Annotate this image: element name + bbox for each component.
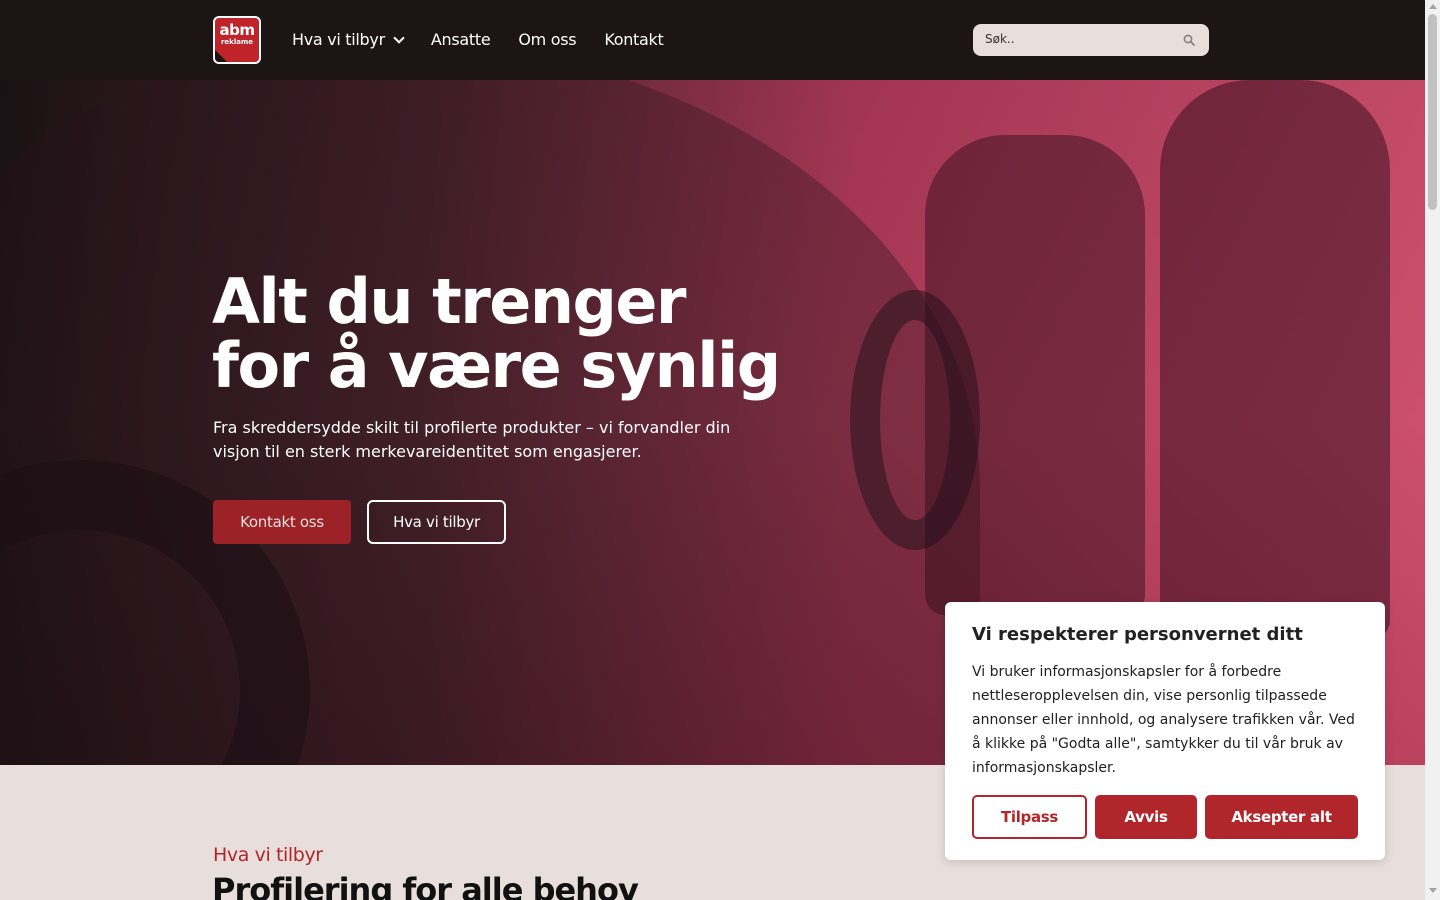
chevron-down-icon — [393, 31, 405, 44]
hero-background-person — [925, 135, 1145, 615]
nav-item-kontakt[interactable]: Kontakt — [604, 30, 663, 50]
hero-subtitle: Fra skreddersydde skilt til profilerte p… — [213, 418, 731, 461]
search-box — [973, 24, 1209, 56]
nav-item-label: Om oss — [518, 30, 577, 49]
scroll-down-arrow-icon[interactable] — [1429, 888, 1437, 893]
abm-reklame-logo[interactable]: abm reklame — [213, 16, 261, 64]
scrollbar-thumb[interactable] — [1428, 14, 1437, 210]
main-nav: Hva vi tilbyr Ansatte Om oss Kontakt — [292, 30, 691, 50]
hero-title-line: Alt du trenger — [212, 265, 686, 338]
cookie-title: Vi respekterer personvernet ditt — [972, 624, 1303, 645]
cookie-customize-button[interactable]: Tilpass — [972, 795, 1087, 839]
nav-item-label: Hva vi tilbyr — [292, 30, 385, 49]
scroll-up-arrow-icon[interactable] — [1429, 4, 1437, 9]
page-scrollbar[interactable] — [1425, 0, 1440, 900]
cookie-accept-all-button[interactable]: Aksepter alt — [1205, 795, 1358, 839]
nav-item-om-oss[interactable]: Om oss — [518, 30, 576, 50]
nav-item-hva-vi-tilbyr[interactable]: Hva vi tilbyr — [292, 30, 405, 50]
search-icon[interactable] — [1183, 34, 1195, 46]
hero-title-line: for å være synlig — [212, 329, 781, 402]
cookie-text: Vi bruker informasjonskapsler for å forb… — [972, 664, 1355, 776]
nav-item-ansatte[interactable]: Ansatte — [431, 30, 491, 50]
logo-fold-icon — [215, 50, 227, 62]
section-title: Profilering for alle behov — [212, 871, 639, 900]
logo-text-sub: reklame — [220, 38, 254, 46]
logo-text-main: abm — [219, 21, 256, 39]
hero-background-person — [1160, 80, 1390, 640]
cookie-reject-button[interactable]: Avvis — [1095, 795, 1197, 839]
what-we-offer-button[interactable]: Hva vi tilbyr — [367, 500, 506, 544]
hero-title: Alt du trenger for å være synlig — [212, 270, 781, 398]
section-eyebrow: Hva vi tilbyr — [213, 844, 323, 866]
cookie-consent-banner: Vi respekterer personvernet ditt Vi bruk… — [945, 602, 1385, 860]
nav-item-label: Ansatte — [430, 30, 491, 49]
site-header: abm reklame Hva vi tilbyr Ansatte Om oss… — [0, 0, 1425, 80]
contact-us-button[interactable]: Kontakt oss — [213, 500, 351, 544]
nav-item-label: Kontakt — [604, 30, 664, 49]
search-input[interactable] — [985, 32, 1175, 46]
